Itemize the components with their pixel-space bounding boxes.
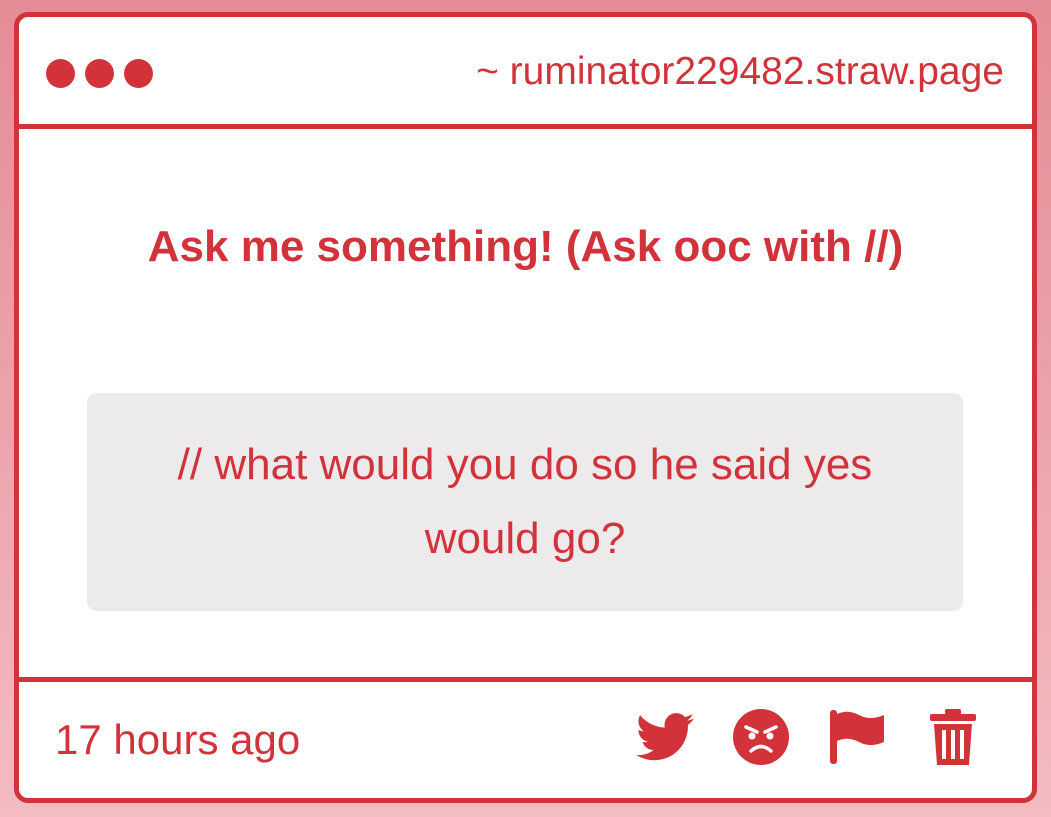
card-footer: 17 hours ago bbox=[19, 677, 1032, 798]
browser-window: ~ ruminator229482.straw.page Ask me some… bbox=[14, 12, 1037, 803]
question-box: // what would you do so he said yes woul… bbox=[87, 393, 963, 611]
action-bar bbox=[636, 708, 982, 766]
question-text: // what would you do so he said yes woul… bbox=[177, 440, 873, 563]
flag-icon bbox=[830, 710, 884, 764]
title-bar: ~ ruminator229482.straw.page bbox=[19, 17, 1032, 129]
window-dot-1[interactable] bbox=[46, 59, 75, 88]
share-twitter-button[interactable] bbox=[636, 708, 694, 766]
timestamp: 17 hours ago bbox=[55, 716, 301, 763]
page-url: ~ ruminator229482.straw.page bbox=[476, 50, 1004, 93]
ask-prompt-heading: Ask me something! (Ask ooc with //) bbox=[147, 222, 904, 271]
react-angry-button[interactable] bbox=[732, 708, 790, 766]
delete-button[interactable] bbox=[924, 708, 982, 766]
ask-content: Ask me something! (Ask ooc with //) // w… bbox=[19, 129, 1032, 677]
angry-face-icon bbox=[733, 709, 789, 765]
trash-icon bbox=[930, 709, 976, 765]
window-dot-2[interactable] bbox=[85, 59, 114, 88]
window-controls bbox=[46, 59, 153, 88]
window-dot-3[interactable] bbox=[124, 59, 153, 88]
report-button[interactable] bbox=[828, 708, 886, 766]
twitter-icon bbox=[636, 713, 694, 761]
